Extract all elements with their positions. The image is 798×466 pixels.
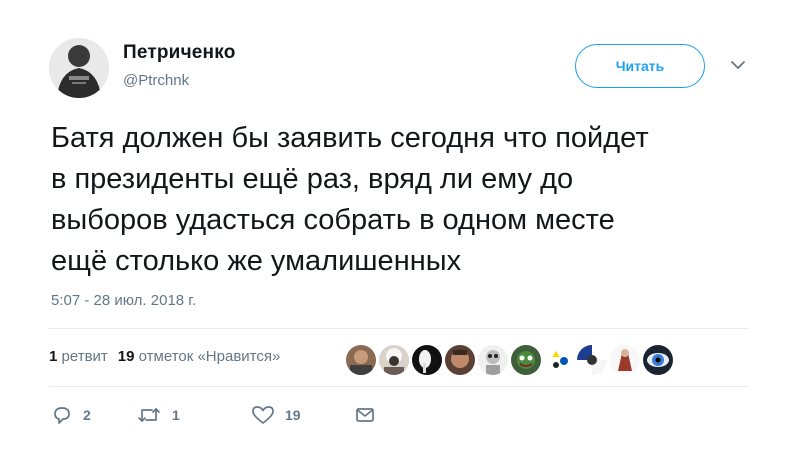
retweet-icon[interactable] xyxy=(136,404,162,426)
liker-avatar[interactable] xyxy=(377,343,411,377)
avatar[interactable] xyxy=(49,38,109,98)
liker-avatar[interactable] xyxy=(641,343,675,377)
tweet-text: Батя должен бы заявить сегодня что пойде… xyxy=(51,122,649,277)
like-action[interactable]: 19 xyxy=(251,404,301,426)
retweets-label: ретвит xyxy=(61,348,108,365)
liker-avatars xyxy=(344,343,675,377)
heart-icon[interactable] xyxy=(251,404,275,426)
liker-avatar[interactable] xyxy=(476,343,510,377)
tweet-timestamp[interactable]: 5:07 - 28 июл. 2018 г. xyxy=(51,292,196,309)
author-handle[interactable]: @Ptrchnk xyxy=(123,72,189,89)
retweets-stat[interactable]: 1 ретвит xyxy=(49,348,108,365)
likes-label: отметок «Нравится» xyxy=(138,348,281,365)
liker-avatar[interactable] xyxy=(509,343,543,377)
like-count: 19 xyxy=(285,407,301,423)
liker-avatar[interactable] xyxy=(344,343,378,377)
reply-count: 2 xyxy=(83,407,91,423)
likes-stat[interactable]: 19 отметок «Нравится» xyxy=(118,348,281,365)
envelope-icon[interactable] xyxy=(354,404,376,426)
divider xyxy=(49,386,749,387)
reply-action[interactable]: 2 xyxy=(51,404,91,426)
liker-avatar[interactable] xyxy=(443,343,477,377)
chevron-down-icon[interactable] xyxy=(729,58,747,72)
reply-icon[interactable] xyxy=(51,404,73,426)
tweet-stats: 1 ретвит 19 отметок «Нравится» xyxy=(49,348,280,365)
author-name[interactable]: Петриченко xyxy=(123,42,236,64)
retweets-count: 1 xyxy=(49,348,58,365)
divider xyxy=(49,328,749,329)
retweet-action[interactable]: 1 xyxy=(136,404,180,426)
liker-avatar[interactable] xyxy=(410,343,444,377)
message-action[interactable] xyxy=(354,404,376,426)
follow-button[interactable]: Читать xyxy=(575,44,705,88)
liker-avatar[interactable] xyxy=(575,343,609,377)
retweet-count: 1 xyxy=(172,407,180,423)
likes-count: 19 xyxy=(117,348,135,365)
liker-avatar[interactable] xyxy=(608,343,642,377)
liker-avatar[interactable] xyxy=(542,343,576,377)
